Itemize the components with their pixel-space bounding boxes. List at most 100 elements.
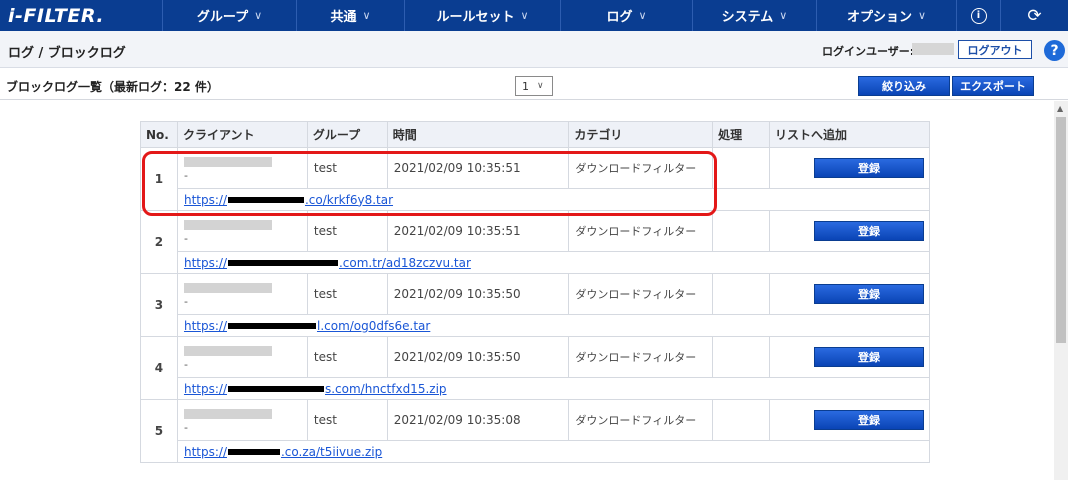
- chevron-down-icon: ∨: [520, 9, 529, 22]
- blocked-url-link[interactable]: https:// .co.za/t5iivue.zip: [184, 445, 382, 459]
- nav-log[interactable]: ログ ∨: [560, 0, 692, 31]
- chevron-down-icon: ∨: [362, 9, 371, 22]
- url-row: https:// .co/krkf6y8.tar: [141, 188, 931, 211]
- url-prefix: https://: [183, 255, 227, 270]
- column-header-no: No.: [140, 121, 178, 148]
- url-row: https:// s.com/hnctfxd15.zip: [141, 377, 931, 400]
- group-cell: test: [306, 210, 388, 252]
- help-icon[interactable]: ?: [1044, 40, 1065, 61]
- add-to-list-cell: 登録: [768, 273, 931, 315]
- login-user-name-redacted: [912, 43, 954, 55]
- url-cell: https:// .com.tr/ad18zczvu.tar: [176, 251, 931, 274]
- register-button[interactable]: 登録: [813, 284, 924, 304]
- table-row: 5 - test 2021/02/09 10:35:08 ダウンロードフィルター…: [140, 399, 931, 463]
- nav-group[interactable]: グループ ∨: [162, 0, 296, 31]
- register-button[interactable]: 登録: [813, 410, 924, 430]
- group-cell: test: [306, 399, 388, 441]
- nav-system-label: システム: [721, 10, 774, 25]
- nav-log-label: ログ: [606, 10, 633, 25]
- scroll-up-arrow-icon[interactable]: ▲: [1057, 104, 1063, 113]
- page-select[interactable]: 1 ∨: [515, 76, 553, 96]
- logout-button[interactable]: ログアウト: [958, 40, 1032, 59]
- time-cell: 2021/02/09 10:35:50: [386, 336, 570, 378]
- breadcrumb-bar: ログ / ブロックログ ログインユーザー: ログアウト ?: [0, 31, 1068, 68]
- top-nav: i-FILTER. グループ ∨ 共通 ∨ ルールセット ∨ ログ ∨ システム ∨ オプ…: [0, 0, 1068, 31]
- client-redacted: [183, 156, 272, 167]
- blocked-url-link[interactable]: https:// .com.tr/ad18zczvu.tar: [184, 256, 471, 270]
- chevron-down-icon: ∨: [638, 9, 647, 22]
- client-redacted: [183, 219, 272, 230]
- column-header-client: クライアント: [176, 121, 308, 148]
- register-button[interactable]: 登録: [813, 158, 924, 178]
- register-button[interactable]: 登録: [813, 221, 924, 241]
- export-button[interactable]: エクスポート: [952, 76, 1034, 96]
- nav-common[interactable]: 共通 ∨: [296, 0, 404, 31]
- add-to-list-cell: 登録: [768, 399, 931, 441]
- add-to-list-cell: 登録: [768, 147, 931, 189]
- url-cell: https:// s.com/hnctfxd15.zip: [176, 377, 931, 400]
- url-cell: https:// .co.za/t5iivue.zip: [176, 440, 931, 463]
- url-cell: https:// l.com/og0dfs6e.tar: [176, 314, 931, 337]
- table-row: 1 - test 2021/02/09 10:35:51 ダウンロードフィルター…: [140, 147, 931, 211]
- url-suffix: s.com/hnctfxd15.zip: [324, 381, 447, 396]
- page-select-value: 1: [522, 79, 529, 93]
- chevron-down-icon: ∨: [254, 9, 263, 22]
- url-row: https:// .co.za/t5iivue.zip: [141, 440, 931, 463]
- app-logo: i-FILTER.: [8, 4, 105, 27]
- chevron-down-icon: ∨: [537, 81, 544, 91]
- action-cell: [712, 399, 770, 441]
- nav-ruleset[interactable]: ルールセット ∨: [404, 0, 560, 31]
- url-suffix: .co/krkf6y8.tar: [304, 192, 394, 207]
- time-cell: 2021/02/09 10:35:51: [386, 210, 570, 252]
- nav-option[interactable]: オプション ∨: [816, 0, 956, 31]
- scrollbar-thumb[interactable]: [1056, 117, 1066, 343]
- chevron-down-icon: ∨: [917, 9, 927, 22]
- action-cell: [712, 147, 770, 189]
- filter-button[interactable]: 絞り込み: [858, 76, 950, 96]
- category-cell: ダウンロードフィルター: [568, 399, 714, 441]
- refresh-icon: ⟳: [1027, 5, 1042, 26]
- nav-option-label: オプション: [846, 10, 912, 25]
- blocked-url-link[interactable]: https:// s.com/hnctfxd15.zip: [184, 382, 447, 396]
- login-user-label: ログインユーザー:: [822, 45, 915, 58]
- client-dash: -: [183, 168, 188, 182]
- url-redacted: [227, 449, 280, 455]
- group-cell: test: [306, 336, 388, 378]
- url-suffix: .co.za/t5iivue.zip: [280, 444, 383, 459]
- url-prefix: https://: [183, 192, 227, 207]
- url-suffix: .com.tr/ad18zczvu.tar: [338, 255, 471, 270]
- list-title: ブロックログ一覧（最新ログ：22 件）: [6, 80, 219, 94]
- category-cell: ダウンロードフィルター: [568, 336, 714, 378]
- url-redacted: [227, 386, 324, 392]
- action-cell: [712, 210, 770, 252]
- nav-system[interactable]: システム ∨: [692, 0, 816, 31]
- url-redacted: [227, 260, 338, 266]
- row-number: 2: [140, 210, 178, 274]
- client-cell: -: [176, 210, 308, 252]
- time-cell: 2021/02/09 10:35:51: [386, 147, 570, 189]
- nav-common-label: 共通: [330, 10, 357, 25]
- time-cell: 2021/02/09 10:35:08: [386, 399, 570, 441]
- refresh-button[interactable]: ⟳: [1000, 0, 1068, 31]
- blocked-url-link[interactable]: https:// .co/krkf6y8.tar: [184, 193, 393, 207]
- url-suffix: l.com/og0dfs6e.tar: [316, 318, 431, 333]
- action-cell: [712, 336, 770, 378]
- add-to-list-cell: 登録: [768, 210, 931, 252]
- category-cell: ダウンロードフィルター: [568, 147, 714, 189]
- column-header-action: 処理: [712, 121, 770, 148]
- blocked-url-link[interactable]: https:// l.com/og0dfs6e.tar: [184, 319, 430, 333]
- url-redacted: [227, 197, 304, 203]
- register-button[interactable]: 登録: [813, 347, 924, 367]
- client-dash: -: [183, 357, 188, 371]
- vertical-scrollbar[interactable]: ▲: [1054, 101, 1068, 480]
- url-prefix: https://: [183, 381, 227, 396]
- client-cell: -: [176, 399, 308, 441]
- info-button[interactable]: i: [956, 0, 1000, 31]
- category-cell: ダウンロードフィルター: [568, 210, 714, 252]
- client-dash: -: [183, 231, 188, 245]
- client-redacted: [183, 282, 272, 293]
- chevron-down-icon: ∨: [779, 9, 788, 22]
- category-cell: ダウンロードフィルター: [568, 273, 714, 315]
- url-cell: https:// .co/krkf6y8.tar: [176, 188, 931, 211]
- row-number: 1: [140, 147, 178, 211]
